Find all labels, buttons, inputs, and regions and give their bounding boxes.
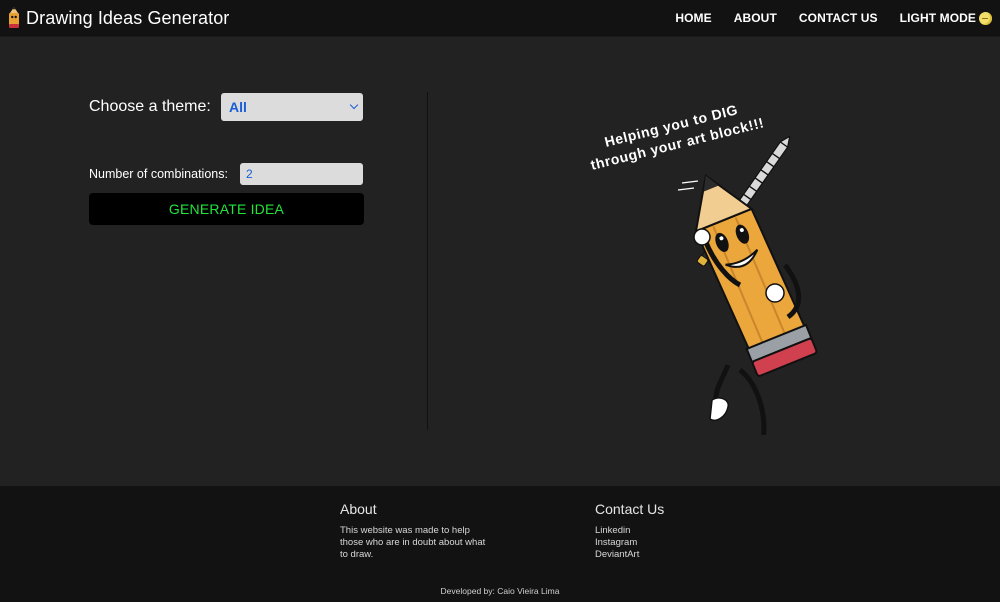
main-content: Choose a theme: All Number of combinatio… bbox=[0, 37, 1000, 486]
moon-icon bbox=[979, 11, 992, 25]
deviantart-link[interactable]: DeviantArt bbox=[595, 549, 745, 561]
instagram-link[interactable]: Instagram bbox=[595, 537, 745, 549]
vertical-divider bbox=[427, 92, 428, 430]
pencil-icon bbox=[9, 7, 19, 28]
brand-link[interactable]: Drawing Ideas Generator bbox=[6, 5, 229, 31]
site-title: Drawing Ideas Generator bbox=[26, 7, 230, 28]
light-mode-toggle[interactable]: LIGHT MODE bbox=[900, 11, 992, 25]
navbar: Drawing Ideas Generator HOME ABOUT CONTA… bbox=[0, 0, 1000, 37]
combinations-label: Number of combinations: bbox=[89, 167, 228, 181]
footer-about-text: This website was made to help those who … bbox=[340, 525, 486, 560]
nav-about-link[interactable]: ABOUT bbox=[734, 11, 777, 25]
combinations-value: 2 bbox=[246, 167, 253, 181]
nav-home-link[interactable]: HOME bbox=[675, 11, 711, 25]
theme-label: Choose a theme: bbox=[89, 98, 211, 115]
footer-about-section: About This website was made to help thos… bbox=[340, 501, 490, 561]
theme-select[interactable]: All bbox=[221, 93, 363, 121]
linkedin-link[interactable]: Linkedin bbox=[595, 525, 745, 537]
nav-contact-link[interactable]: CONTACT US bbox=[799, 11, 878, 25]
nav-links: HOME ABOUT CONTACT US LIGHT MODE bbox=[653, 0, 992, 36]
generate-idea-button[interactable]: GENERATE IDEA bbox=[89, 193, 364, 225]
footer-about-heading: About bbox=[340, 501, 377, 517]
pencil-mascot-illustration: Helping you to DIG through your art bloc… bbox=[570, 95, 830, 465]
light-mode-label: LIGHT MODE bbox=[899, 11, 976, 25]
developer-credit: Developed by: Caio Vieira Lima bbox=[440, 586, 560, 596]
footer-contact-heading: Contact Us bbox=[595, 501, 665, 517]
combinations-input[interactable]: 2 bbox=[240, 163, 363, 185]
theme-select-value: All bbox=[229, 99, 247, 115]
footer-contact-section: Contact Us Linkedin Instagram DeviantArt bbox=[595, 501, 745, 561]
chevron-down-icon bbox=[349, 100, 359, 110]
pencil-mascot-image: Helping you to DIG through your art bloc… bbox=[589, 101, 818, 465]
footer: About This website was made to help thos… bbox=[0, 486, 1000, 602]
